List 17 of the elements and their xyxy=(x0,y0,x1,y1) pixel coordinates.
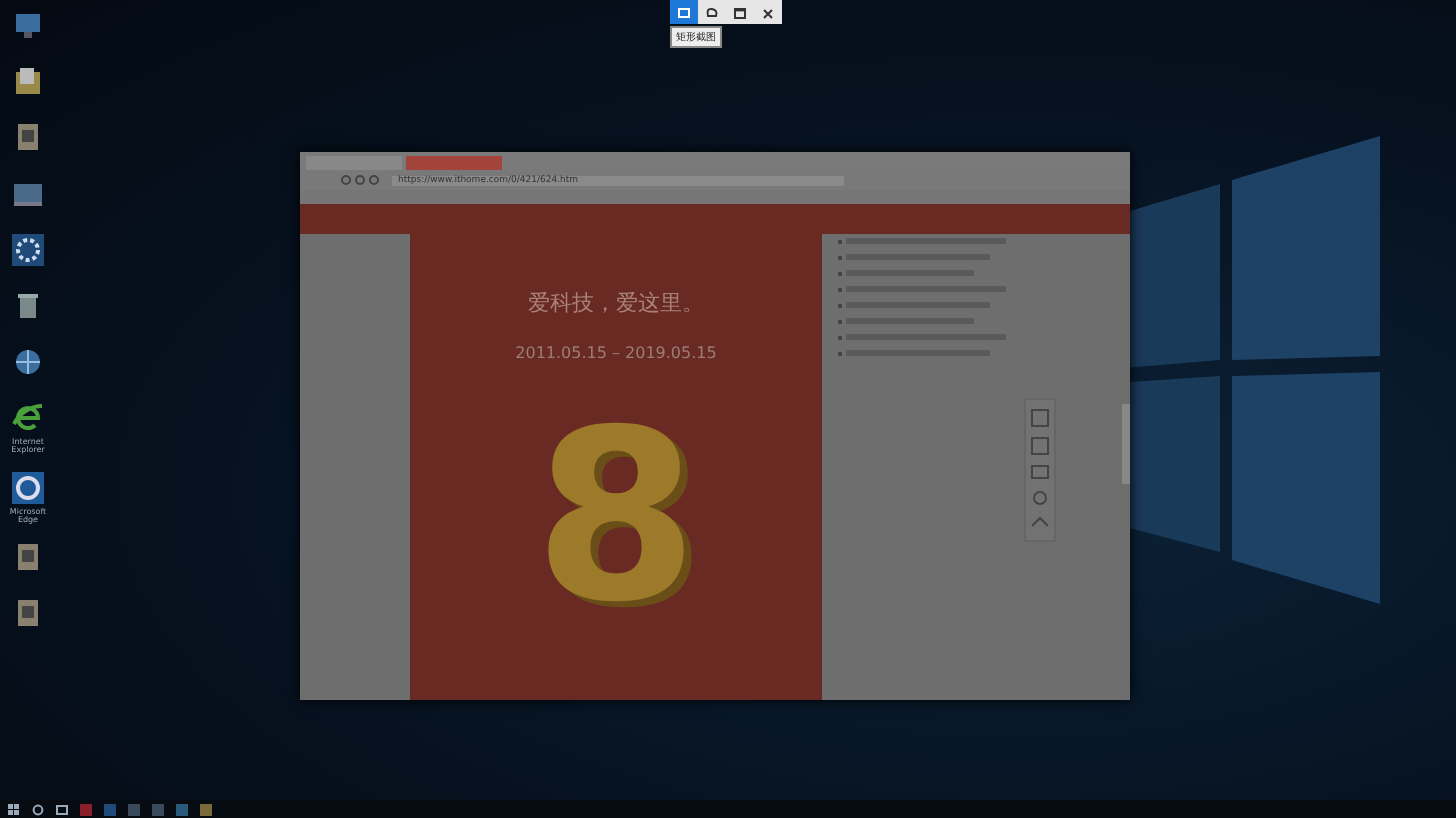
snip-mode-button[interactable] xyxy=(670,0,698,24)
side-toolbar-drawing xyxy=(1024,398,1056,542)
anniversary-number: 8 xyxy=(533,398,699,634)
banner-headline: 爱科技，爱这里。 xyxy=(528,288,704,318)
globe-icon[interactable] xyxy=(10,344,46,380)
search-icon[interactable] xyxy=(32,803,44,815)
gear-icon[interactable] xyxy=(10,232,46,268)
folder-icon[interactable] xyxy=(10,64,46,100)
freeform-icon xyxy=(704,5,720,19)
computer-icon[interactable] xyxy=(10,8,46,44)
task-view-icon[interactable] xyxy=(56,803,68,815)
banner-dates: 2011.05.15 – 2019.05.15 xyxy=(515,344,717,362)
close-icon xyxy=(760,5,776,19)
rectangle-icon xyxy=(676,5,692,19)
start-icon[interactable] xyxy=(8,803,20,815)
window-icon xyxy=(732,5,748,19)
scrollbar-thumb[interactable] xyxy=(1122,404,1130,484)
